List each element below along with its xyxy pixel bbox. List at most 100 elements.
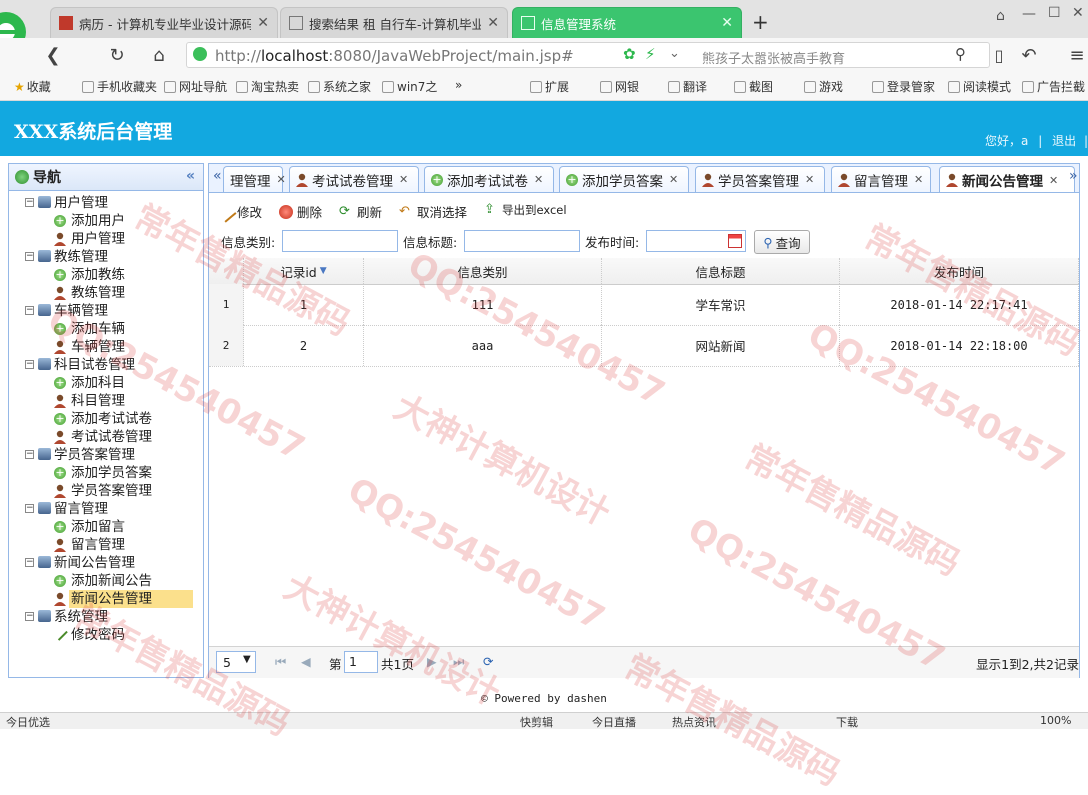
close-icon[interactable]: ✕ — [487, 15, 499, 31]
refresh-icon[interactable]: ⟳ — [483, 654, 493, 669]
nav-item[interactable]: 用户管理 — [9, 230, 199, 248]
reload-icon[interactable]: ↻ — [104, 42, 130, 68]
close-icon[interactable]: ✕ — [721, 15, 733, 31]
edit-button[interactable]: 修改 — [215, 200, 262, 223]
column-header[interactable]: 信息类别 — [364, 258, 602, 284]
lightning-icon[interactable]: ⚡ — [645, 45, 656, 63]
table-row[interactable]: 2 2 aaa 网站新闻 2018-01-14 22:18:00 — [209, 325, 1079, 367]
expand-toggle-icon[interactable]: − — [25, 360, 34, 369]
zoom-level[interactable]: 100% — [1040, 714, 1071, 727]
bookmark-favorites[interactable]: ★ 收藏 — [14, 78, 51, 95]
nav-group[interactable]: − 学员答案管理 — [9, 446, 199, 464]
nav-item[interactable]: 考试试卷管理 — [9, 428, 199, 446]
nav-item[interactable]: + 添加新闻公告 — [9, 572, 199, 590]
close-icon[interactable]: ✕ — [805, 173, 814, 186]
nav-item[interactable]: + 添加科目 — [9, 374, 199, 392]
page-size-select[interactable]: 5 ▼ — [216, 651, 256, 673]
nav-item[interactable]: 留言管理 — [9, 536, 199, 554]
scroll-left-icon[interactable]: « — [213, 168, 222, 184]
minimize-icon[interactable]: — — [1022, 6, 1036, 22]
expand-toggle-icon[interactable]: − — [25, 450, 34, 459]
content-tab[interactable]: 留言管理 ✕ — [831, 166, 931, 192]
bank-menu[interactable]: 网银 — [600, 78, 639, 95]
nav-item[interactable]: + 添加学员答案 — [9, 464, 199, 482]
menu-icon[interactable]: ≡ — [1064, 42, 1088, 68]
new-tab-button[interactable]: + — [752, 10, 769, 34]
content-tab[interactable]: 新闻公告管理 ✕ — [939, 166, 1075, 192]
nav-group[interactable]: − 车辆管理 — [9, 302, 199, 320]
delete-button[interactable]: 删除 — [279, 202, 322, 221]
column-header[interactable]: 记录id ▼ — [244, 258, 364, 284]
nav-item[interactable]: 修改密码 — [9, 625, 199, 644]
search-hint[interactable]: 熊孩子太嚣张被高手教育 — [702, 48, 845, 67]
unselect-button[interactable]: ↶ 取消选择 — [399, 202, 467, 221]
nav-item[interactable]: + 添加留言 — [9, 518, 199, 536]
logout-link[interactable]: 退出 — [1052, 134, 1076, 148]
content-tab[interactable]: 理管理 ✕ — [223, 166, 286, 192]
home-icon[interactable]: ⌂ — [146, 42, 172, 68]
scroll-right-icon[interactable]: » — [1069, 168, 1078, 184]
table-row[interactable]: 1 1 111 学车常识 2018-01-14 22:17:41 — [209, 284, 1079, 326]
browser-tab-2[interactable]: 搜索结果 租 自行车-计算机毕业 ✕ — [280, 7, 508, 38]
skin-icon[interactable]: ⌂ — [996, 8, 1005, 24]
content-tab[interactable]: + 添加学员答案 ✕ — [559, 166, 689, 192]
nav-item[interactable]: 科目管理 — [9, 392, 199, 410]
query-button[interactable]: ⚲ 查询 — [754, 230, 810, 254]
nav-item[interactable]: + 添加用户 — [9, 212, 199, 230]
screenshot-menu[interactable]: 截图 — [734, 78, 773, 95]
refresh-button[interactable]: ⟳ 刷新 — [339, 202, 382, 221]
type-input[interactable] — [282, 230, 398, 252]
nav-group[interactable]: − 留言管理 — [9, 500, 199, 518]
window-close-icon[interactable]: ✕ — [1072, 5, 1084, 21]
close-icon[interactable]: ✕ — [1049, 174, 1058, 187]
nav-item[interactable]: 学员答案管理 — [9, 482, 199, 500]
column-header[interactable]: 信息标题 — [602, 258, 840, 284]
calendar-icon[interactable] — [728, 234, 742, 248]
phone-icon[interactable]: ▯ — [986, 42, 1012, 68]
translate-menu[interactable]: 翻译 — [668, 78, 707, 95]
expand-toggle-icon[interactable]: − — [25, 504, 34, 513]
first-page-icon[interactable]: ⏮ — [275, 654, 286, 670]
nav-item[interactable]: 新闻公告管理 — [9, 590, 199, 608]
nav-item[interactable]: 车辆管理 — [9, 338, 199, 356]
bookmark-item[interactable]: win7之 — [382, 78, 437, 95]
undo-icon[interactable]: ↶ — [1016, 42, 1042, 68]
close-icon[interactable]: ✕ — [399, 173, 408, 186]
close-icon[interactable]: ✕ — [277, 173, 286, 186]
close-icon[interactable]: ✕ — [257, 15, 269, 31]
search-icon[interactable]: ⚲ — [955, 45, 966, 63]
reading-mode[interactable]: 阅读模式 — [948, 78, 1011, 95]
url-text[interactable]: http://localhost:8080/JavaWebProject/mai… — [215, 47, 574, 65]
content-tab[interactable]: + 添加考试试卷 ✕ — [424, 166, 554, 192]
date-input[interactable] — [646, 230, 746, 252]
bookmark-item[interactable]: 淘宝热卖 — [236, 78, 299, 95]
speed-icon[interactable]: ✿ — [623, 45, 636, 63]
next-page-icon[interactable]: ▶ — [427, 654, 437, 669]
maximize-icon[interactable]: ☐ — [1048, 5, 1061, 21]
dropdown-icon[interactable]: ⌄ — [669, 46, 680, 61]
nav-item[interactable]: + 添加考试试卷 — [9, 410, 199, 428]
ad-block[interactable]: 广告拦截 — [1022, 78, 1085, 95]
close-icon[interactable]: ✕ — [914, 173, 923, 186]
expand-toggle-icon[interactable]: − — [25, 198, 34, 207]
bookmark-item[interactable]: 系统之家 — [308, 78, 371, 95]
last-page-icon[interactable]: ⏭ — [453, 654, 464, 670]
more-bookmarks[interactable]: » — [455, 78, 462, 92]
nav-item[interactable]: + 添加教练 — [9, 266, 199, 284]
nav-group[interactable]: − 系统管理 — [9, 608, 199, 626]
expand-toggle-icon[interactable]: − — [25, 612, 34, 621]
prev-page-icon[interactable]: ◀ — [301, 654, 311, 669]
export-excel-button[interactable]: ⇪ 导出到excel — [484, 202, 567, 218]
content-tab[interactable]: 考试试卷管理 ✕ — [289, 166, 419, 192]
nav-item[interactable]: + 添加车辆 — [9, 320, 199, 338]
expand-toggle-icon[interactable]: − — [25, 252, 34, 261]
address-bar[interactable]: http://localhost:8080/JavaWebProject/mai… — [186, 42, 990, 68]
content-tab[interactable]: 学员答案管理 ✕ — [695, 166, 825, 192]
back-icon[interactable]: ❮ — [40, 42, 66, 68]
title-input[interactable] — [464, 230, 580, 252]
close-icon[interactable]: ✕ — [669, 173, 678, 186]
nav-group[interactable]: − 科目试卷管理 — [9, 356, 199, 374]
close-icon[interactable]: ✕ — [534, 173, 543, 186]
bookmark-item[interactable]: 手机收藏夹 — [82, 78, 157, 95]
browser-tab-active[interactable]: 信息管理系统 ✕ — [512, 7, 742, 38]
